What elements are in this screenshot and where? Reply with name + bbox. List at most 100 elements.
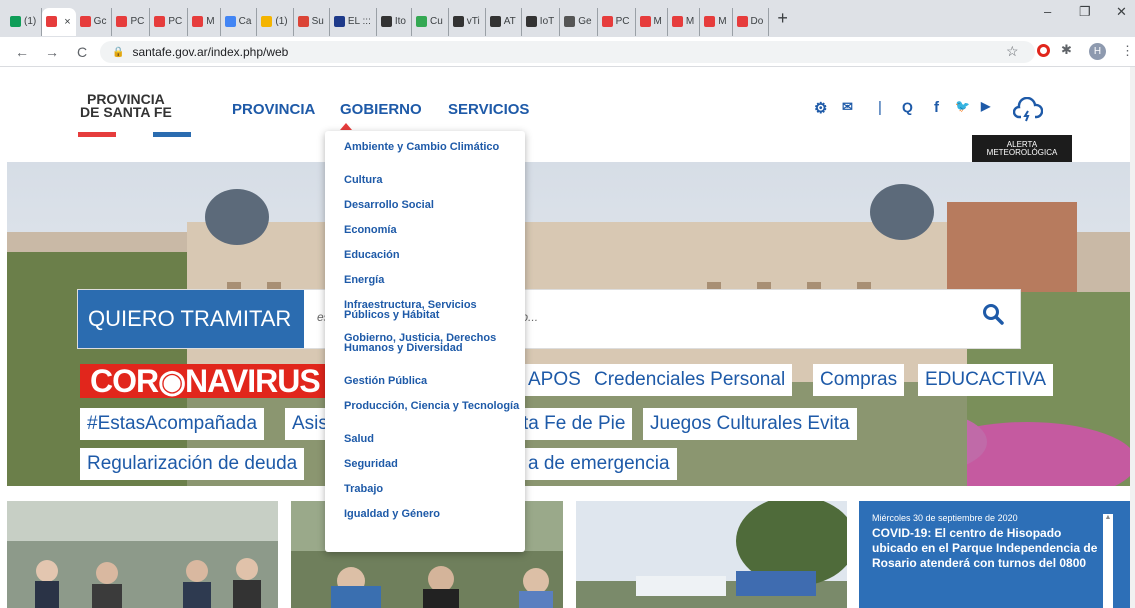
dropdown-item-ambiente[interactable]: Ambiente y Cambio Climático <box>325 142 525 175</box>
url-input[interactable]: 🔒 santafe.gov.ar/index.php/web <box>100 41 1035 63</box>
link-educactiva[interactable]: EDUCACTIVA <box>918 364 1054 396</box>
tab-label: PC <box>615 16 630 27</box>
dropdown-item-salud[interactable]: Salud <box>325 434 525 459</box>
browser-tab[interactable]: Ge <box>560 7 598 36</box>
browser-tab[interactable]: PC <box>112 7 151 36</box>
accessibility-icon[interactable]: ⚙ <box>814 99 827 117</box>
link-credenciales[interactable]: Credenciales Personal <box>587 364 793 396</box>
tab-close-icon[interactable]: × <box>64 16 70 28</box>
browser-tab[interactable]: Ca <box>221 7 258 36</box>
browser-tab[interactable]: Cu <box>412 7 449 36</box>
mail-icon[interactable]: ✉ <box>842 99 853 115</box>
dropdown-item-desarrollo-social[interactable]: Desarrollo Social <box>325 200 525 225</box>
tab-label: Ge <box>578 16 592 27</box>
browser-tab[interactable]: (1) <box>257 7 294 36</box>
dropdown-item-gobierno-justicia[interactable]: Gobierno, Justicia, Derechos Humanos y D… <box>325 333 525 376</box>
link-regularizacion[interactable]: Regularización de deuda <box>80 448 305 480</box>
browser-tab[interactable]: vTi <box>449 7 486 36</box>
forward-icon[interactable]: → <box>40 44 64 60</box>
gobierno-dropdown: Ambiente y Cambio Climático Cultura Desa… <box>325 131 525 552</box>
logo[interactable]: PROVINCIA DE SANTA FE <box>80 92 172 120</box>
browser-tab[interactable]: (1) <box>6 7 43 36</box>
logo-red-bar <box>78 132 116 137</box>
tab-favicon-icon <box>46 16 58 27</box>
dropdown-item-gestion-publica[interactable]: Gestión Pública <box>325 376 525 401</box>
browser-tab[interactable]: IoT <box>522 7 561 36</box>
reload-icon[interactable]: C <box>70 44 94 60</box>
browser-tab[interactable]: M <box>188 7 221 36</box>
browser-tab[interactable]: Do <box>733 7 770 36</box>
dropdown-item-cultura[interactable]: Cultura <box>325 175 525 200</box>
news-title: COVID-19: El centro de Hisopado ubicado … <box>872 526 1098 570</box>
browser-tab[interactable]: M <box>668 7 701 36</box>
browser-tab[interactable]: M <box>700 7 733 36</box>
dropdown-item-infraestructura[interactable]: Infraestructura, Servicios Públicos y Há… <box>325 300 525 333</box>
restore-button[interactable]: ❐ <box>1079 4 1091 20</box>
nav-servicios[interactable]: SERVICIOS <box>448 101 529 118</box>
link-juegos-culturales[interactable]: Juegos Culturales Evita <box>643 408 857 440</box>
browser-tab[interactable]: × <box>42 7 76 36</box>
browser-tab[interactable]: Ito <box>377 7 412 36</box>
dropdown-item-igualdad[interactable]: Igualdad y Género <box>325 509 525 534</box>
browser-tab[interactable]: Gc <box>76 7 113 36</box>
tab-label: AT <box>503 16 516 27</box>
browser-tab[interactable]: M <box>636 7 668 36</box>
facebook-icon[interactable]: f <box>934 99 939 116</box>
close-window-button[interactable]: ✕ <box>1116 4 1127 20</box>
browser-tab[interactable]: Su <box>294 7 330 36</box>
browser-tab[interactable]: AT <box>486 7 522 36</box>
news-scrollbar[interactable]: ▲ <box>1103 514 1113 608</box>
star-icon[interactable]: ☆ <box>1006 43 1019 60</box>
minimize-button[interactable]: – <box>1044 4 1051 19</box>
lock-icon: 🔒 <box>112 46 125 58</box>
news-image-3[interactable] <box>576 501 847 608</box>
profile-avatar[interactable]: H <box>1089 43 1106 60</box>
browser-tab[interactable]: EL ::: <box>330 7 377 36</box>
extensions-icon[interactable]: ✱ <box>1061 42 1072 58</box>
back-icon[interactable]: ← <box>10 44 34 60</box>
tab-favicon-icon <box>489 16 501 27</box>
search-box[interactable]: QUIERO TRAMITAR es ndo... <box>78 290 1020 348</box>
logo-line-2: DE SANTA FE <box>80 104 172 120</box>
new-tab-button[interactable]: + <box>777 8 788 29</box>
nav-active-indicator <box>340 123 352 130</box>
link-santa-fe-de-pie[interactable]: ta Fe de Pie <box>516 408 633 440</box>
menu-icon[interactable]: ⋮ <box>1121 43 1134 59</box>
news-image-1[interactable] <box>7 501 278 608</box>
coronavirus-link[interactable]: COR◉NAVIRUS <box>80 364 332 398</box>
search-submit-icon[interactable] <box>982 303 1004 330</box>
dropdown-item-produccion[interactable]: Producción, Ciencia y Tecnología <box>325 401 525 434</box>
search-icon[interactable]: Q <box>902 99 913 115</box>
dropdown-item-trabajo[interactable]: Trabajo <box>325 484 525 509</box>
link-estas-acompanada[interactable]: #EstasAcompañada <box>80 408 265 440</box>
opera-icon[interactable] <box>1037 44 1050 57</box>
tab-label: IoT <box>539 16 555 27</box>
news-date: Miércoles 30 de septiembre de 2020 <box>872 513 1018 523</box>
twitter-icon[interactable]: 🐦 <box>955 99 970 113</box>
link-emergencia[interactable]: a de emergencia <box>521 448 677 480</box>
dropdown-item-educacion[interactable]: Educación <box>325 250 525 275</box>
tab-label: vTi <box>466 16 480 27</box>
link-compras[interactable]: Compras <box>813 364 905 396</box>
browser-tab[interactable]: PC <box>598 7 636 36</box>
tab-favicon-icon <box>192 16 204 27</box>
tab-label: (1) <box>24 16 37 27</box>
nav-gobierno[interactable]: GOBIERNO <box>340 101 422 118</box>
link-apos[interactable]: APOS <box>521 364 588 396</box>
browser-tab[interactable]: PC <box>150 7 189 36</box>
page-scrollbar[interactable] <box>1130 67 1135 608</box>
tooltip-alerta: ALERTA METEOROLÓGICA <box>972 135 1072 162</box>
tab-favicon-icon <box>564 16 576 27</box>
cloud-alert-icon[interactable] <box>1012 96 1044 128</box>
tab-label: PC <box>168 16 183 27</box>
tab-label: Gc <box>93 16 107 27</box>
tab-favicon-icon <box>224 16 236 27</box>
news-card[interactable]: Miércoles 30 de septiembre de 2020 COVID… <box>859 501 1130 608</box>
dropdown-item-economia[interactable]: Economía <box>325 225 525 250</box>
nav-provincia[interactable]: PROVINCIA <box>232 101 315 118</box>
youtube-icon[interactable]: ▶ <box>981 99 990 113</box>
dropdown-item-energia[interactable]: Energía <box>325 275 525 300</box>
dropdown-item-seguridad[interactable]: Seguridad <box>325 459 525 484</box>
tab-label: Ca <box>238 16 252 27</box>
tab-favicon-icon <box>452 16 464 27</box>
